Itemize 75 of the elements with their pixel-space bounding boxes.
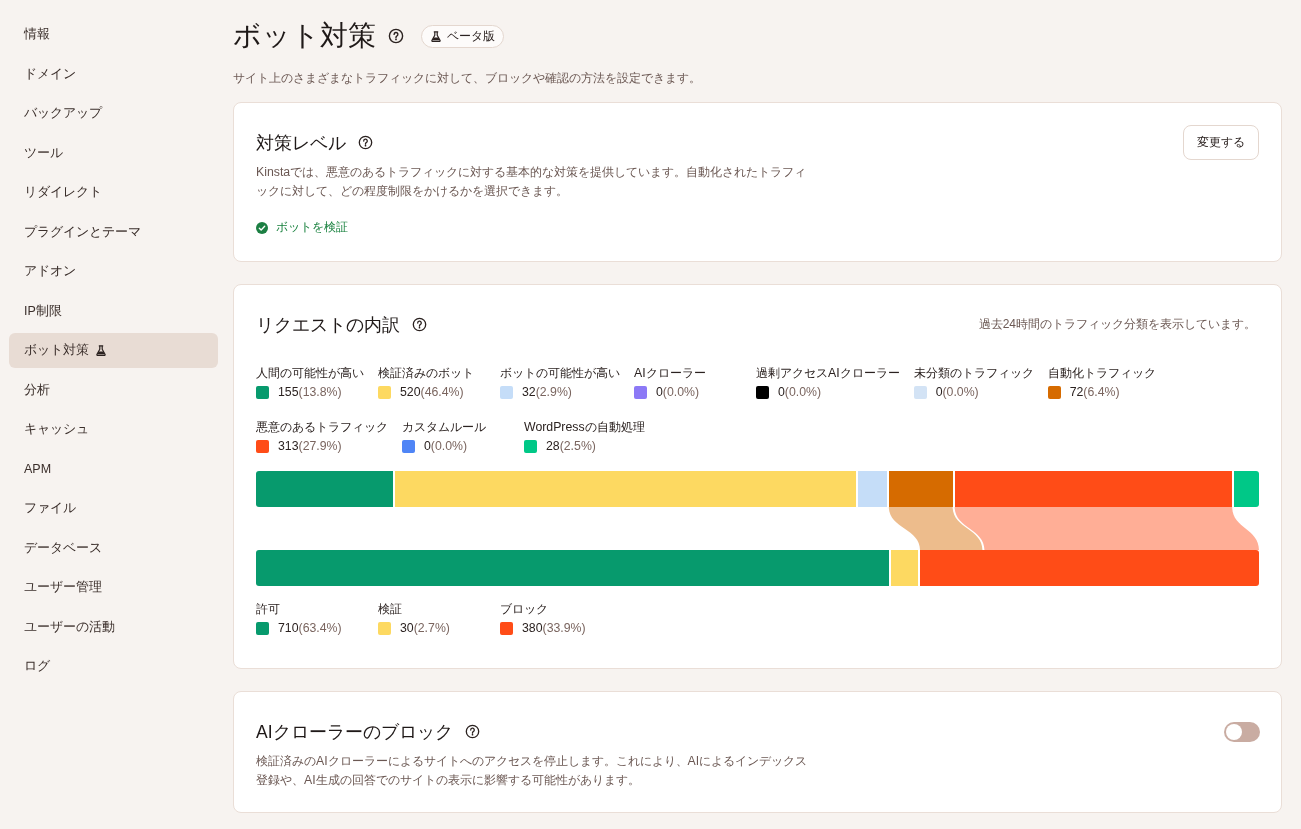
legend-percent: (33.9%): [542, 621, 586, 635]
legend-percent: (63.4%): [298, 621, 342, 635]
legend-count: 30: [400, 621, 414, 635]
sidebar-item[interactable]: ボット対策: [9, 333, 218, 368]
legend-percent: (6.4%): [1083, 385, 1120, 399]
card-title: リクエストの内訳: [256, 313, 400, 337]
legend-label: 過剰アクセスAIクローラー: [756, 365, 900, 381]
sidebar-item[interactable]: アドオン: [9, 254, 218, 289]
legend-label: 許可: [256, 601, 281, 617]
sidebar-item[interactable]: キャッシュ: [9, 412, 218, 447]
help-icon[interactable]: [358, 135, 373, 150]
card-description: 検証済みのAIクローラーによるサイトへのアクセスを停止します。これにより、AIによるインデックス登録や、AI生成の回答でのサイトの表示に影響する可能性があります。: [256, 753, 809, 789]
legend-percent: (2.9%): [535, 385, 572, 399]
legend-percent: (0.0%): [662, 385, 700, 399]
flask-icon: [96, 345, 106, 356]
legend-label: 人間の可能性が高い: [256, 365, 364, 381]
beta-label: ベータ版: [447, 27, 495, 45]
legend-count: 32: [522, 385, 536, 399]
period-note: 過去24時間のトラフィック分類を表示しています。: [978, 316, 1256, 333]
legend-percent: (0.0%): [430, 439, 468, 453]
sidebar-item[interactable]: APM: [9, 451, 218, 487]
legend-count: 28: [546, 439, 560, 453]
legend-count: 313: [278, 439, 299, 453]
sidebar-item[interactable]: ログ: [9, 649, 218, 684]
check-circle-icon: [256, 221, 268, 234]
sidebar-item[interactable]: プラグインとテーマ: [9, 214, 218, 250]
card-title: AIクローラーのブロック: [256, 720, 453, 744]
flask-icon: [431, 30, 441, 42]
legend-count: 0: [935, 385, 943, 399]
legend-label: カスタムルール: [402, 419, 487, 435]
legend-percent: (27.9%): [298, 439, 342, 453]
sidebar-item[interactable]: バックアップ: [9, 96, 218, 131]
legend-label: ブロック: [500, 601, 549, 617]
sidebar-item[interactable]: ユーザー管理: [9, 570, 218, 605]
card-description: Kinstaでは、悪意のあるトラフィックに対する基本的な対策を提供しています。自動化されたトラフィックに対して、どの程度制限をかけるかを選択できます。: [256, 164, 808, 200]
legend-percent: (13.8%): [298, 385, 342, 399]
card-title: 対策レベル: [256, 131, 346, 155]
help-icon[interactable]: [412, 317, 427, 332]
legend-count: 0: [656, 385, 663, 399]
sidebar-item[interactable]: ユーザーの活動: [9, 609, 218, 645]
legend-percent: (0.0%): [942, 385, 979, 399]
legend-count: 0: [424, 439, 431, 453]
legend-label: 検証済みのボット: [378, 365, 475, 381]
sidebar-item[interactable]: ファイル: [9, 491, 218, 526]
sidebar-item[interactable]: IP制限: [9, 293, 218, 329]
sidebar-item[interactable]: 情報: [9, 17, 218, 52]
legend-percent: (2.7%): [413, 621, 450, 635]
legend-percent: (46.4%): [420, 385, 464, 399]
sidebar-item[interactable]: 分析: [9, 372, 218, 408]
legend-percent: (2.5%): [559, 439, 596, 453]
legend-count: 710: [278, 621, 299, 635]
help-icon[interactable]: [388, 28, 404, 44]
help-icon[interactable]: [464, 724, 480, 739]
legend-count: 72: [1069, 385, 1084, 399]
legend-count: 0: [778, 385, 785, 399]
page-title: ボット対策: [233, 19, 376, 53]
legend-count: 520: [400, 385, 421, 399]
legend-count: 380: [522, 621, 543, 635]
sidebar-item[interactable]: ツール: [9, 135, 218, 171]
legend-label: 未分類のトラフィック: [913, 365, 1034, 381]
legend-label: ボットの可能性が高い: [500, 365, 620, 381]
legend-label: AIクローラー: [634, 365, 707, 381]
legend-label: 自動化トラフィック: [1047, 365, 1156, 381]
change-button[interactable]: 変更する: [1183, 125, 1259, 160]
sidebar-item[interactable]: リダイレクト: [9, 175, 218, 210]
sidebar-item[interactable]: ドメイン: [9, 56, 218, 92]
status-text: ボットを検証: [276, 219, 348, 236]
legend-count: 155: [278, 385, 299, 399]
legend-label: 悪意のあるトラフィック: [256, 419, 388, 435]
legend-label: WordPressの自動処理: [524, 419, 645, 435]
legend-label: 検証: [378, 601, 403, 617]
toggle-switch[interactable]: [1224, 721, 1260, 742]
page-description: サイト上のさまざまなトラフィックに対して、ブロックや確認の方法を設定できます。: [233, 70, 702, 87]
sidebar-item[interactable]: データベース: [9, 530, 218, 566]
legend-percent: (0.0%): [784, 385, 822, 399]
